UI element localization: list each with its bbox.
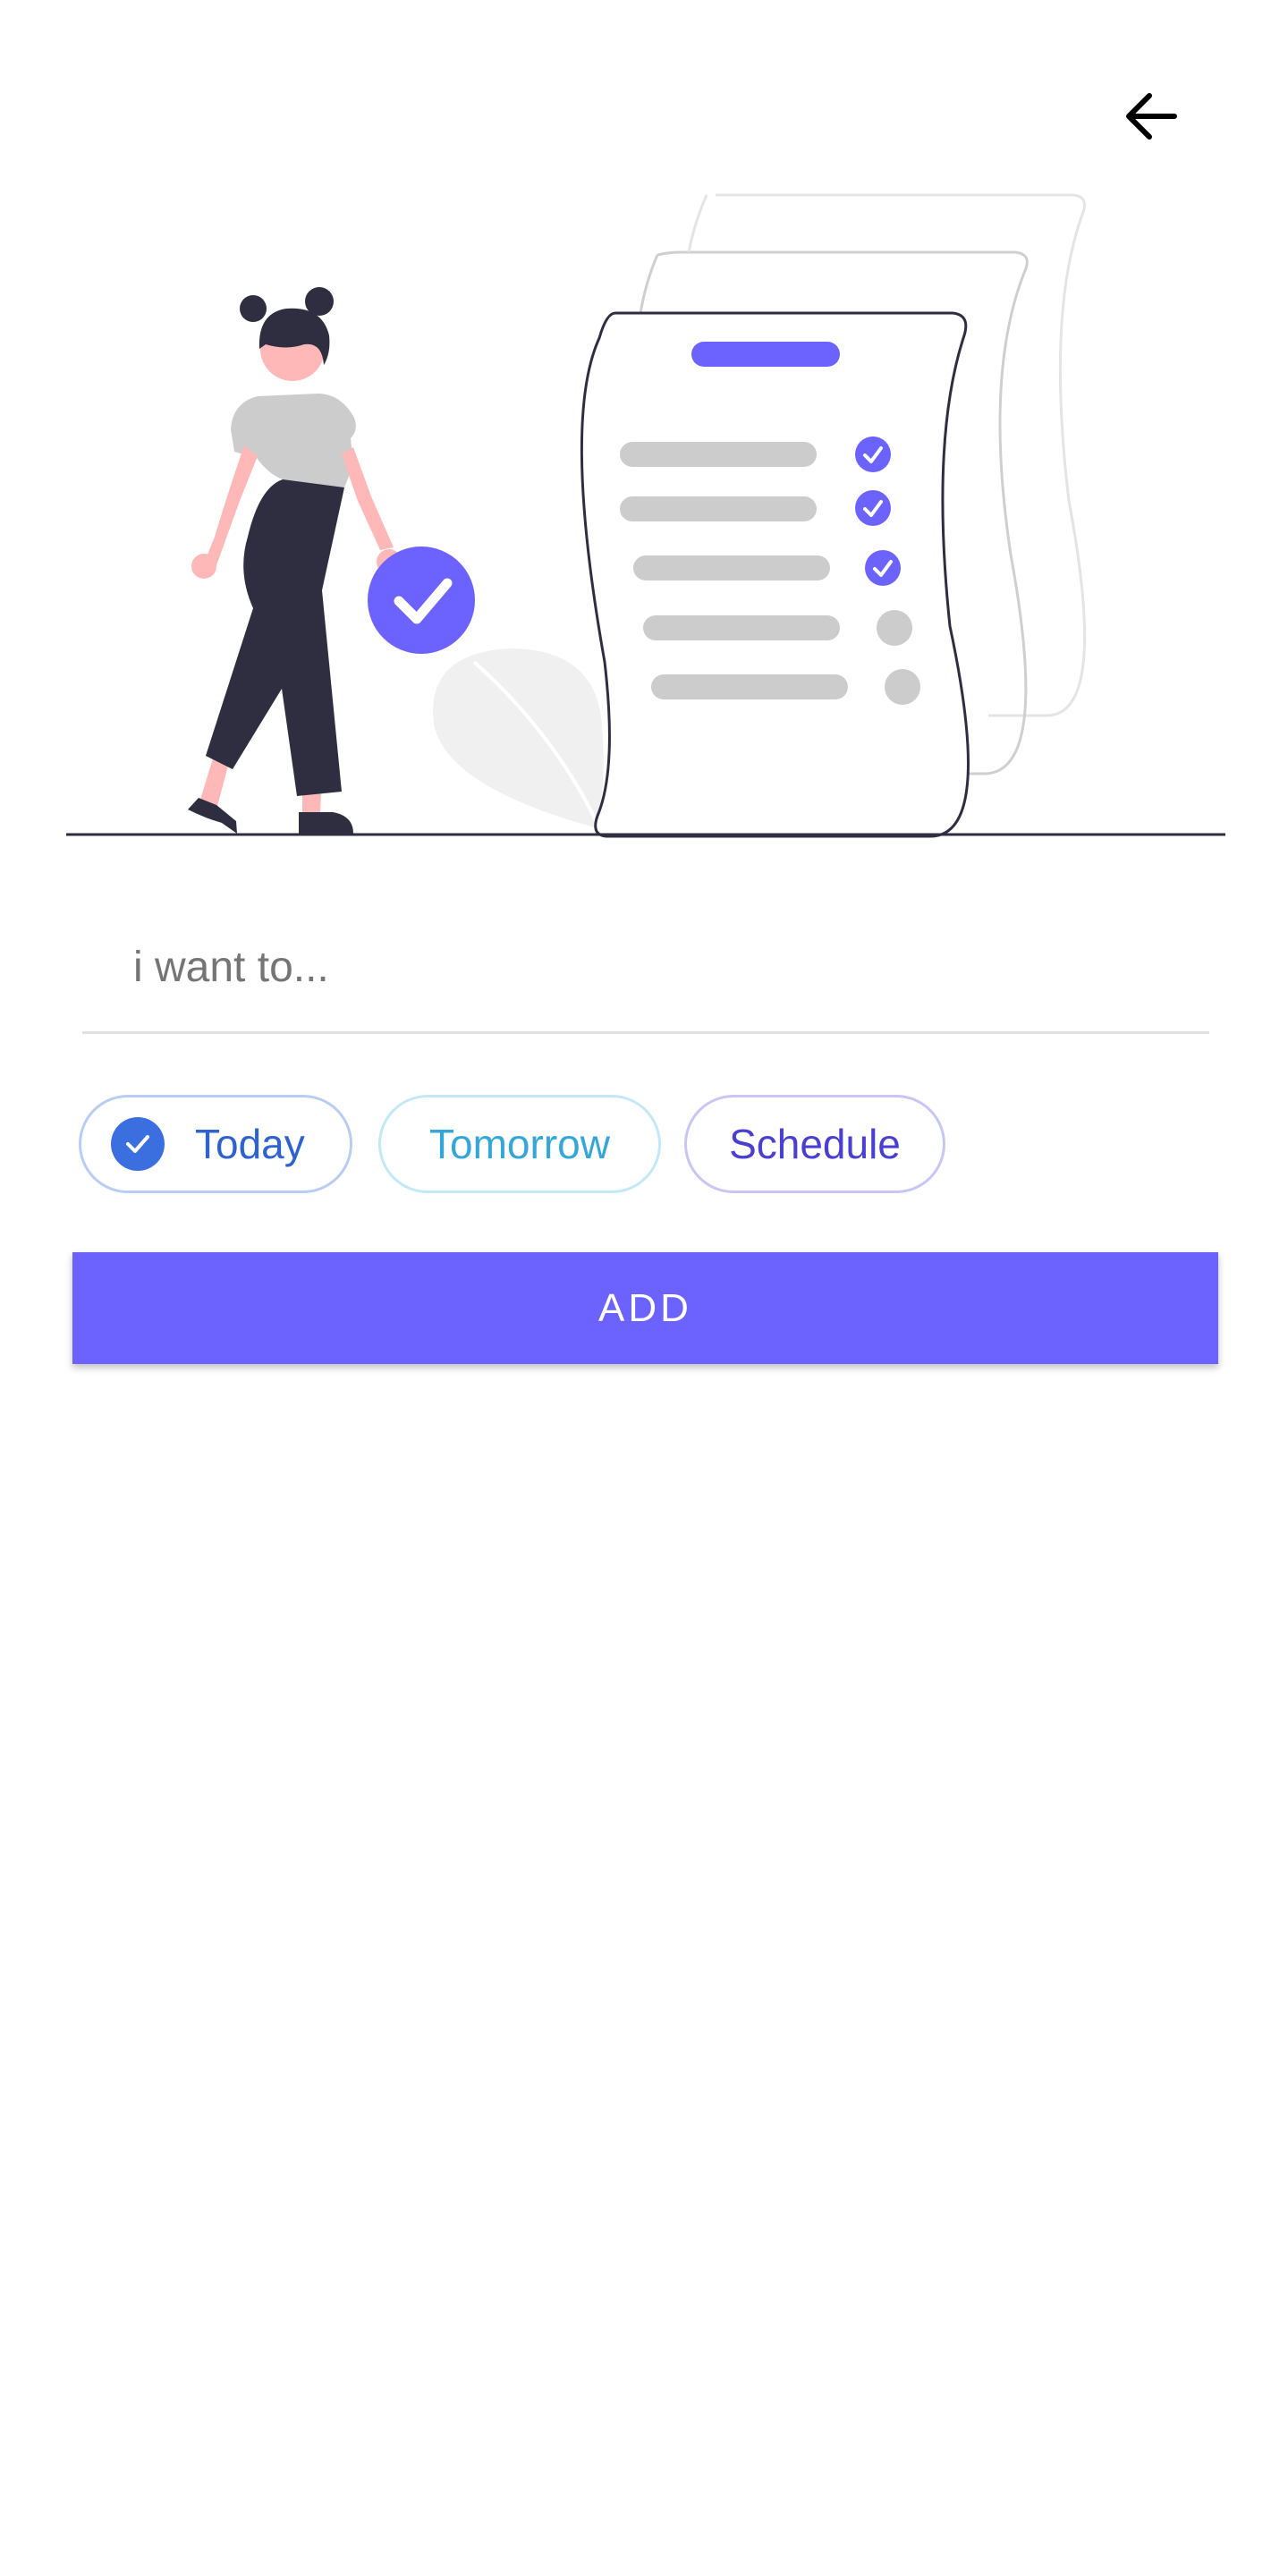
todo-illustration — [66, 193, 1225, 838]
check-dot-3 — [865, 550, 901, 586]
check-badge — [368, 547, 475, 654]
check-circle-icon — [111, 1117, 165, 1171]
check-dot-2 — [855, 490, 891, 526]
arrow-left-icon — [1126, 93, 1177, 140]
chip-schedule[interactable]: Schedule — [684, 1095, 945, 1193]
empty-dot-1 — [877, 610, 912, 646]
paper-header-bar — [691, 342, 840, 367]
task-input[interactable] — [131, 921, 1164, 1013]
empty-dot-2 — [885, 669, 920, 705]
add-button[interactable]: ADD — [72, 1252, 1218, 1364]
chip-tomorrow[interactable]: Tomorrow — [378, 1095, 661, 1193]
chip-today-label: Today — [195, 1121, 305, 1167]
chip-today[interactable]: Today — [79, 1095, 352, 1193]
person-figure — [188, 287, 402, 834]
leaf-shape — [433, 648, 604, 827]
chip-tomorrow-label: Tomorrow — [429, 1121, 610, 1167]
back-button[interactable] — [1106, 72, 1195, 161]
check-dot-1 — [855, 436, 891, 472]
task-input-field — [82, 903, 1209, 1034]
chip-schedule-label: Schedule — [729, 1121, 901, 1167]
